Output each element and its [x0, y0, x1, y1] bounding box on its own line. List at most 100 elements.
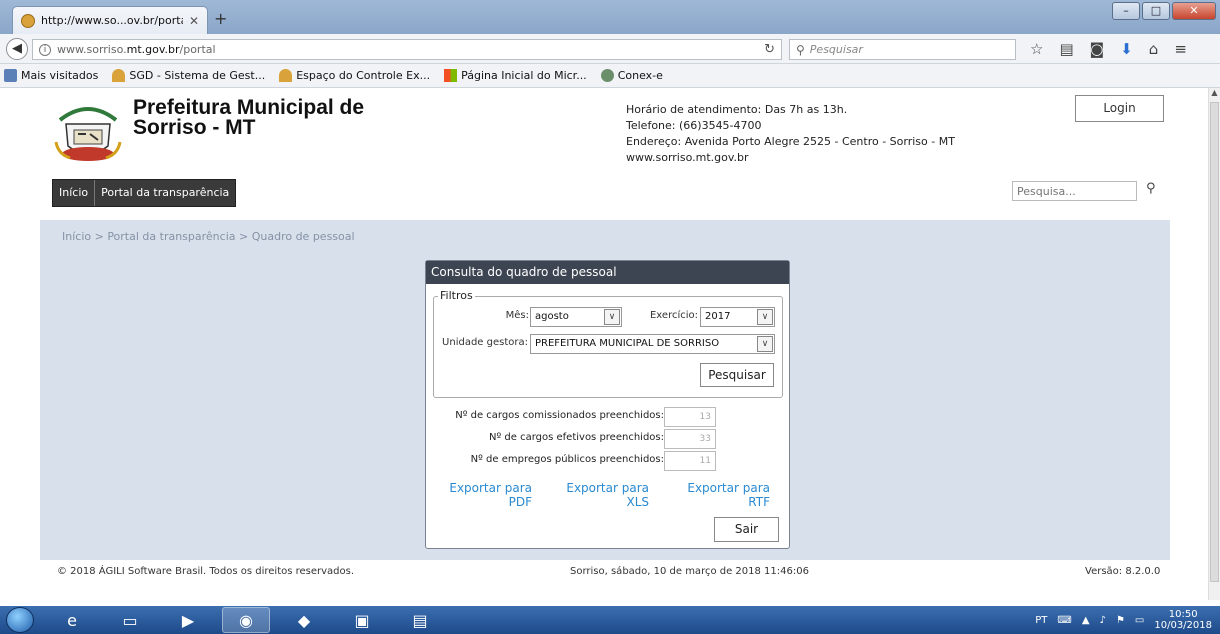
taskbar-apps: e ▭ ▶ ◉ ◆ ▣ ▤	[48, 607, 444, 633]
bookmark-folder-icon	[4, 69, 17, 82]
export-rtf-link[interactable]: Exportar para RTF	[682, 481, 770, 509]
pocket-icon[interactable]: ◙	[1090, 40, 1105, 58]
globe-icon	[600, 69, 614, 82]
keyboard-icon[interactable]: ⌨	[1057, 615, 1071, 626]
site-search-input[interactable]	[1012, 181, 1137, 201]
info-icon[interactable]: i	[39, 43, 51, 56]
date-text: Sorriso, sábado, 10 de março de 2018 11:…	[570, 566, 809, 577]
site-favicon-icon	[21, 13, 35, 28]
close-window-button[interactable]: ✕	[1172, 2, 1216, 20]
search-icon[interactable]: ⚲	[1146, 181, 1156, 196]
minimize-window-button[interactable]: –	[1112, 2, 1140, 20]
office-hours: Horário de atendimento: Das 7h as 13h.	[626, 103, 848, 116]
year-select[interactable]: 2017 ∨	[700, 307, 775, 327]
copyright-text: © 2018 ÁGILI Software Brasil. Todos os d…	[57, 566, 355, 577]
bookmark-item[interactable]: Conex-e	[600, 69, 663, 82]
browser-tab[interactable]: http://www.so...ov.br/portal ✕	[12, 6, 208, 34]
app-icon[interactable]: ◆	[280, 607, 328, 633]
count-label: Nº de cargos comissionados preenchidos:	[455, 410, 664, 421]
filters-fieldset: Filtros Mês: agosto ∨ Exercício: 2017 ∨ …	[433, 289, 783, 398]
dialog-title: Consulta do quadro de pessoal	[426, 261, 789, 284]
scrollbar-thumb[interactable]	[1210, 102, 1219, 582]
count-value: 33	[664, 429, 716, 449]
site-title: Prefeitura Municipal de Sorriso - MT	[133, 96, 365, 139]
show-hidden-icons-icon[interactable]: ▲	[1082, 615, 1090, 626]
version-text: Versão: 8.2.0.0	[1085, 566, 1161, 577]
site-icon	[112, 69, 126, 82]
volume-icon[interactable]: ♪	[1100, 615, 1106, 626]
browser-toolbar: ☆ ▤ ◙ ⬇ ⌂ ≡	[1030, 40, 1187, 58]
month-select[interactable]: agosto ∨	[530, 307, 622, 327]
browser-search-input[interactable]: ⚲ Pesquisar	[789, 39, 1016, 60]
bookmarks-bar: Mais visitados SGD - Sistema de Gest... …	[0, 64, 1220, 88]
url-text: www.sorriso.mt.gov.br/portal	[57, 43, 216, 56]
bookmark-item[interactable]: Mais visitados	[4, 69, 98, 82]
breadcrumb: Início > Portal da transparência > Quadr…	[62, 230, 355, 243]
back-button[interactable]: ◀	[6, 38, 28, 60]
tab-title: http://www.so...ov.br/portal	[41, 14, 183, 27]
count-row: Nº de empregos públicos preenchidos: 11	[426, 451, 791, 471]
new-tab-icon[interactable]: +	[214, 9, 227, 28]
nav-item-portal-transparencia[interactable]: Portal da transparência	[94, 180, 235, 206]
login-button[interactable]: Login	[1075, 95, 1164, 122]
download-icon[interactable]: ⬇	[1120, 40, 1133, 58]
bookmark-item[interactable]: Espaço do Controle Ex...	[279, 69, 430, 82]
browser-search-placeholder: Pesquisar	[809, 43, 863, 56]
page-scrollbar[interactable]: ▲	[1208, 88, 1220, 600]
close-tab-icon[interactable]: ✕	[189, 14, 199, 28]
network-icon[interactable]: ▭	[1135, 615, 1144, 626]
system-tray: PT ⌨ ▲ ♪ ⚑ ▭ 10:50 10/03/2018	[1035, 609, 1212, 631]
firefox-icon[interactable]: ◉	[222, 607, 270, 633]
language-indicator[interactable]: PT	[1035, 615, 1047, 626]
pdf-reader-icon[interactable]: ▤	[396, 607, 444, 633]
search-button[interactable]: Pesquisar	[700, 363, 774, 387]
home-icon[interactable]: ⌂	[1149, 40, 1159, 58]
count-label: Nº de cargos efetivos preenchidos:	[489, 432, 664, 443]
maximize-window-button[interactable]: □	[1142, 2, 1170, 20]
internet-explorer-icon[interactable]: e	[48, 607, 96, 633]
count-value: 11	[664, 451, 716, 471]
city-coat-of-arms-logo	[54, 107, 122, 161]
microsoft-icon	[444, 69, 458, 82]
media-player-icon[interactable]: ▶	[164, 607, 212, 633]
phone-text: Telefone: (66)3545-4700	[626, 119, 762, 132]
file-explorer-icon[interactable]: ▭	[106, 607, 154, 633]
exit-button[interactable]: Sair	[714, 517, 779, 542]
action-center-flag-icon[interactable]: ⚑	[1116, 615, 1125, 626]
chevron-down-icon: ∨	[604, 309, 620, 325]
start-button[interactable]	[6, 607, 34, 633]
unit-label: Unidade gestora:	[442, 337, 528, 348]
address-bar[interactable]: i www.sorriso.mt.gov.br/portal ↻	[32, 39, 782, 60]
window-controls: – □ ✕	[1112, 2, 1216, 20]
menu-icon[interactable]: ≡	[1174, 40, 1187, 58]
count-value: 13	[664, 407, 716, 427]
year-label: Exercício:	[649, 310, 698, 321]
count-label: Nº de empregos públicos preenchidos:	[470, 454, 664, 465]
address-text: Endereço: Avenida Porto Alegre 2525 - Ce…	[626, 135, 955, 148]
website-text: www.sorriso.mt.gov.br	[626, 151, 749, 164]
bookmark-item[interactable]: Página Inicial do Micr...	[444, 69, 587, 82]
site-icon	[279, 69, 293, 82]
page-viewport: Prefeitura Municipal de Sorriso - MT Hor…	[0, 88, 1208, 600]
count-row: Nº de cargos comissionados preenchidos: …	[426, 407, 791, 427]
filters-legend: Filtros	[438, 289, 475, 302]
reading-list-icon[interactable]: ▤	[1059, 40, 1073, 58]
month-label: Mês:	[505, 310, 529, 321]
export-pdf-link[interactable]: Exportar para PDF	[448, 481, 532, 509]
bookmark-star-icon[interactable]: ☆	[1030, 40, 1043, 58]
nav-item-inicio[interactable]: Início	[53, 180, 94, 206]
contact-info: Horário de atendimento: Das 7h as 13h. T…	[626, 102, 955, 166]
unit-select[interactable]: PREFEITURA MUNICIPAL DE SORRISO ∨	[530, 334, 775, 354]
clock[interactable]: 10:50 10/03/2018	[1154, 609, 1212, 631]
scroll-up-icon[interactable]: ▲	[1209, 88, 1220, 97]
export-xls-link[interactable]: Exportar para XLS	[564, 481, 649, 509]
bookmark-item[interactable]: SGD - Sistema de Gest...	[112, 69, 265, 82]
auditor-app-icon[interactable]: ▣	[338, 607, 386, 633]
main-nav: Início Portal da transparência	[52, 179, 237, 207]
chevron-down-icon: ∨	[757, 336, 773, 352]
staff-query-dialog: Consulta do quadro de pessoal Filtros Mê…	[425, 260, 790, 549]
reload-icon[interactable]: ↻	[764, 42, 775, 57]
chevron-down-icon: ∨	[757, 309, 773, 325]
browser-navbar: ◀ i www.sorriso.mt.gov.br/portal ↻ ⚲ Pes…	[0, 34, 1220, 64]
browser-titlebar: http://www.so...ov.br/portal ✕ + – □ ✕	[0, 0, 1220, 34]
